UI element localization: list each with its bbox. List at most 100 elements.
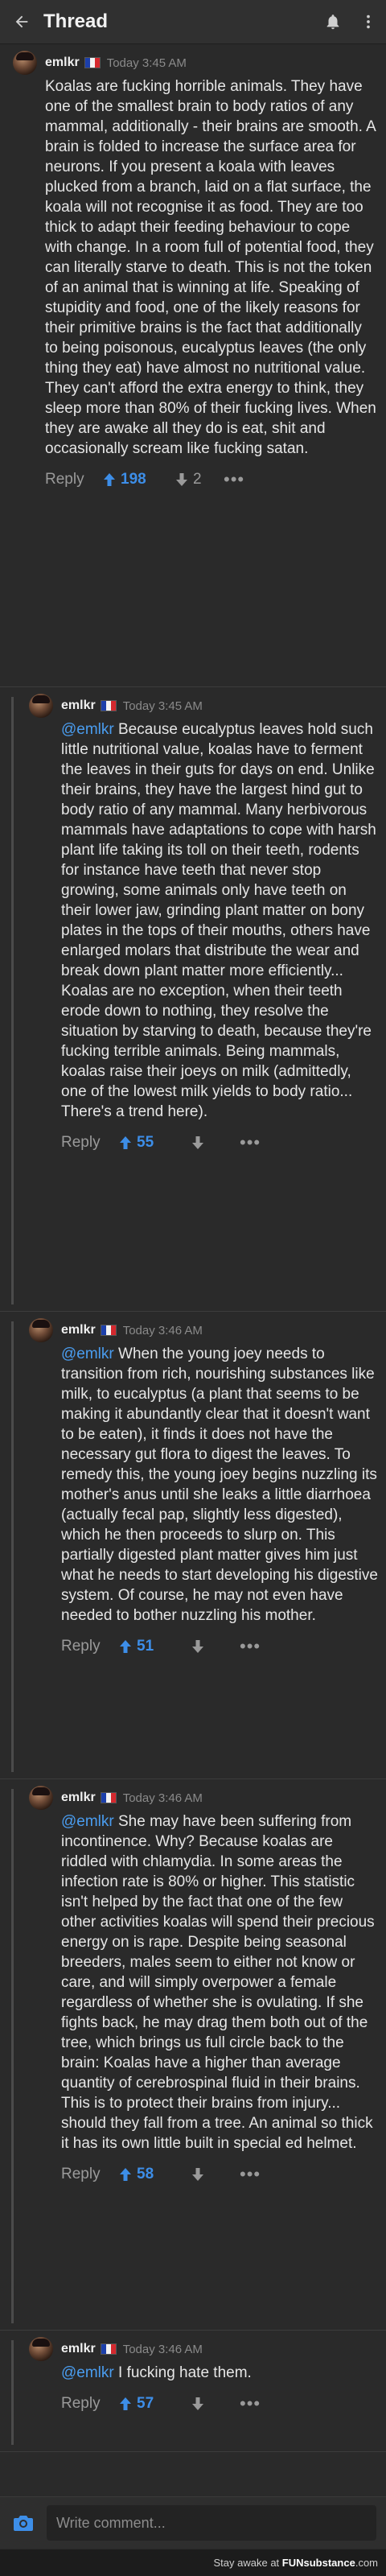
comment-body: Koalas are fucking horrible animals. The… bbox=[45, 76, 378, 459]
arrow-up-icon bbox=[120, 2397, 131, 2410]
comment-actions: Reply 198 2 ••• bbox=[45, 464, 378, 496]
avatar[interactable] bbox=[13, 51, 37, 75]
timestamp: Today 3:45 AM bbox=[106, 56, 187, 70]
upvote-count: 58 bbox=[137, 2166, 154, 2182]
mention-link[interactable]: @emlkr bbox=[61, 721, 114, 738]
avatar[interactable] bbox=[29, 1786, 53, 1810]
attach-image-button[interactable] bbox=[0, 2514, 47, 2532]
france-flag-icon bbox=[100, 700, 117, 711]
avatar[interactable] bbox=[29, 2337, 53, 2361]
username[interactable]: emlkr bbox=[45, 56, 80, 70]
username[interactable]: emlkr bbox=[61, 1323, 96, 1337]
mention-link[interactable]: @emlkr bbox=[61, 2364, 114, 2381]
upvote-button[interactable]: 57 bbox=[119, 2395, 191, 2413]
comment-header: emlkr Today 3:46 AM bbox=[29, 2337, 378, 2361]
upvote-button[interactable]: 51 bbox=[119, 1638, 191, 1655]
comment-body: @emlkr I fucking hate them. bbox=[61, 2363, 378, 2383]
watermark-suffix: .com bbox=[355, 2557, 378, 2569]
arrow-down-icon bbox=[192, 1136, 203, 1149]
thread-rail bbox=[11, 1789, 14, 2323]
timestamp: Today 3:46 AM bbox=[122, 2342, 203, 2356]
downvote-button[interactable]: 2 bbox=[175, 471, 224, 488]
reply-button[interactable]: Reply bbox=[61, 2395, 119, 2413]
upvote-count: 51 bbox=[137, 1638, 154, 1655]
france-flag-icon bbox=[84, 57, 101, 68]
comment-body: @emlkr Because eucalyptus leaves hold su… bbox=[61, 719, 378, 1122]
arrow-down-icon bbox=[192, 1640, 203, 1653]
downvote-button[interactable] bbox=[191, 2397, 240, 2411]
thread-rail bbox=[11, 697, 14, 1304]
comment-text: She may have been suffering from inconti… bbox=[61, 1813, 375, 2152]
comment-thread: emlkr Today 3:45 AM Koalas are fucking h… bbox=[0, 44, 386, 2452]
arrow-left-icon bbox=[15, 15, 28, 28]
upvote-button[interactable]: 198 bbox=[103, 471, 175, 488]
upvote-button[interactable]: 55 bbox=[119, 1134, 191, 1152]
thread-rail bbox=[11, 1321, 14, 1772]
timestamp: Today 3:45 AM bbox=[122, 699, 203, 713]
reply-button[interactable]: Reply bbox=[61, 1638, 119, 1655]
timestamp: Today 3:46 AM bbox=[122, 1323, 203, 1337]
reply-button[interactable]: Reply bbox=[61, 2166, 119, 2183]
downvote-count: 2 bbox=[193, 471, 202, 488]
avatar[interactable] bbox=[29, 694, 53, 718]
avatar[interactable] bbox=[29, 1318, 53, 1342]
mention-link[interactable]: @emlkr bbox=[61, 1346, 114, 1362]
comment-header: emlkr Today 3:46 AM bbox=[29, 1318, 378, 1342]
top-app-bar: Thread bbox=[0, 0, 386, 44]
comment-body: @emlkr She may have been suffering from … bbox=[61, 1811, 378, 2154]
watermark-prefix: Stay awake at bbox=[213, 2557, 282, 2569]
reply-button[interactable]: Reply bbox=[61, 1134, 119, 1152]
more-options-button[interactable]: ••• bbox=[240, 1132, 272, 1153]
comment: emlkr Today 3:45 AM @emlkr Because eucal… bbox=[0, 687, 386, 1312]
france-flag-icon bbox=[100, 1325, 117, 1336]
comment-text: Because eucalyptus leaves hold such litt… bbox=[61, 721, 376, 1120]
comment-body: @emlkr When the young joey needs to tran… bbox=[61, 1344, 378, 1626]
more-options-button[interactable]: ••• bbox=[240, 2393, 272, 2414]
upvote-count: 57 bbox=[137, 2395, 154, 2412]
username[interactable]: emlkr bbox=[61, 2342, 96, 2356]
comment: emlkr Today 3:46 AM @emlkr When the youn… bbox=[0, 1312, 386, 1779]
more-options-button[interactable]: ••• bbox=[240, 1636, 272, 1657]
mention-link[interactable]: @emlkr bbox=[61, 1813, 114, 1830]
bell-icon bbox=[326, 14, 339, 30]
comment: emlkr Today 3:45 AM Koalas are fucking h… bbox=[0, 44, 386, 687]
reply-button[interactable]: Reply bbox=[45, 471, 103, 488]
camera-icon bbox=[14, 2516, 33, 2531]
comment-header: emlkr Today 3:46 AM bbox=[29, 1786, 378, 1810]
timestamp: Today 3:46 AM bbox=[122, 1791, 203, 1805]
watermark-bar: Stay awake at FUNsubstance.com bbox=[0, 2549, 386, 2576]
comment-actions: Reply 58 ••• bbox=[61, 2158, 378, 2191]
downvote-button[interactable] bbox=[191, 1136, 240, 1150]
overflow-menu-button[interactable] bbox=[351, 0, 386, 43]
arrow-up-icon bbox=[120, 1640, 131, 1653]
more-options-button[interactable]: ••• bbox=[240, 2164, 272, 2185]
username[interactable]: emlkr bbox=[61, 699, 96, 713]
comment-actions: Reply 51 ••• bbox=[61, 1630, 378, 1663]
comment-text: I fucking hate them. bbox=[113, 2364, 252, 2381]
france-flag-icon bbox=[100, 2343, 117, 2355]
more-options-button[interactable]: ••• bbox=[224, 469, 256, 490]
upvote-count: 198 bbox=[121, 471, 146, 488]
comment-text: Koalas are fucking horrible animals. The… bbox=[45, 78, 376, 457]
notifications-button[interactable] bbox=[315, 0, 351, 43]
downvote-button[interactable] bbox=[191, 2167, 240, 2182]
thread-rail bbox=[11, 2340, 14, 2445]
back-button[interactable] bbox=[0, 0, 43, 43]
arrow-up-icon bbox=[120, 1136, 131, 1149]
comment-actions: Reply 55 ••• bbox=[61, 1127, 378, 1159]
downvote-button[interactable] bbox=[191, 1639, 240, 1654]
comment-header: emlkr Today 3:45 AM bbox=[29, 694, 378, 718]
arrow-down-icon bbox=[176, 473, 187, 486]
france-flag-icon bbox=[100, 1792, 117, 1803]
upvote-count: 55 bbox=[137, 1134, 154, 1151]
comment: emlkr Today 3:46 AM @emlkr She may have … bbox=[0, 1779, 386, 2331]
page-title: Thread bbox=[43, 10, 109, 32]
watermark-text: Stay awake at FUNsubstance.com bbox=[214, 2557, 378, 2569]
username[interactable]: emlkr bbox=[61, 1791, 96, 1805]
comment-actions: Reply 57 ••• bbox=[61, 2388, 378, 2420]
more-vertical-icon bbox=[367, 14, 370, 29]
comment-composer bbox=[0, 2496, 386, 2549]
comment-input[interactable] bbox=[55, 2513, 376, 2533]
comment-header: emlkr Today 3:45 AM bbox=[13, 51, 378, 75]
upvote-button[interactable]: 58 bbox=[119, 2166, 191, 2183]
